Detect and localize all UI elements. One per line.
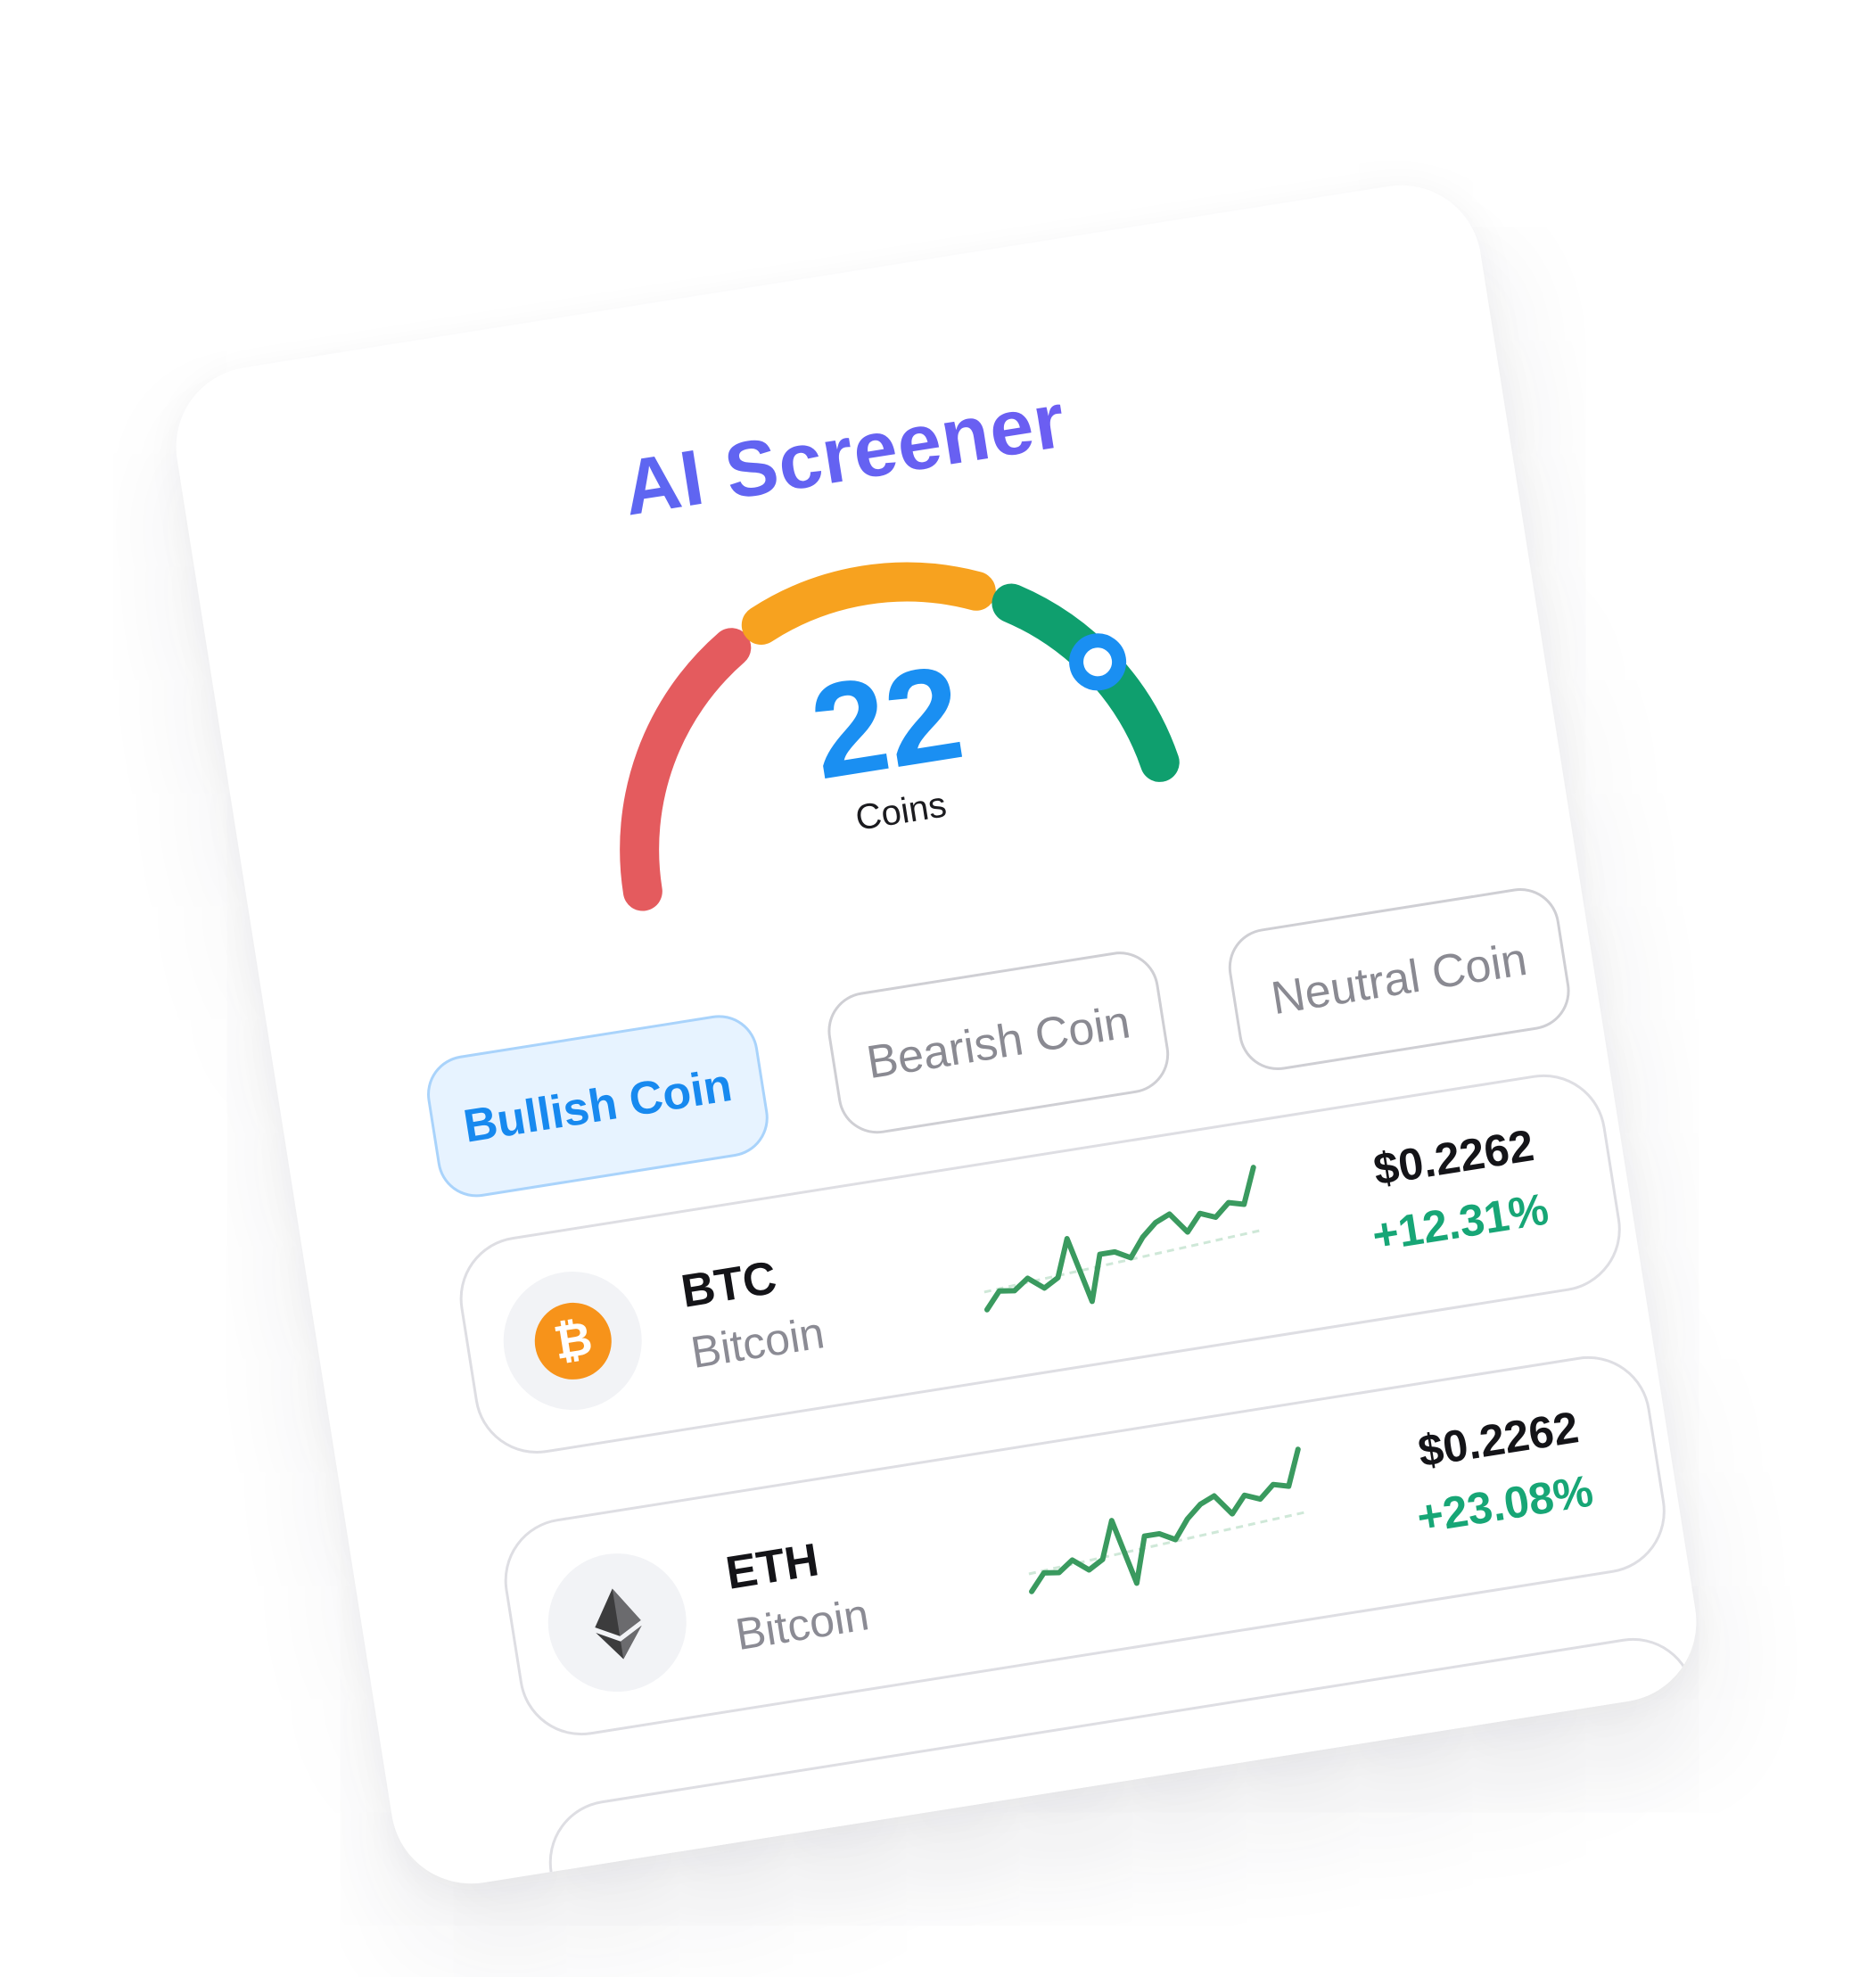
- coin-price: $0.2262: [1370, 1120, 1537, 1195]
- coin-price: $0.2262: [1414, 1402, 1583, 1477]
- tab-bearish-coin[interactable]: Bearish Coin: [822, 945, 1175, 1140]
- tab-neutral-coin[interactable]: Neutral Coin: [1222, 882, 1576, 1076]
- tab-bullish-coin[interactable]: Bullish Coin: [421, 1009, 775, 1203]
- coin-name: Bitcoin: [732, 1589, 873, 1660]
- ethereum-icon: [573, 1578, 661, 1666]
- app-stage: AI Screener 22 Coins Bullish Coin Bearis…: [0, 0, 1876, 1977]
- sparkline-line: [983, 1165, 1256, 1313]
- bitcoin-icon: ₿: [529, 1297, 617, 1385]
- sparkline-chart: [1028, 1446, 1309, 1594]
- svg-text:₿: ₿: [550, 1312, 596, 1371]
- screener-card: AI Screener 22 Coins Bullish Coin Bearis…: [164, 173, 1708, 1896]
- ethereum-glyph: [594, 1588, 642, 1660]
- sparkline-line: [1029, 1446, 1301, 1594]
- coin-avatar: ₿: [493, 1261, 652, 1421]
- coin-name: Bitcoin: [687, 1307, 828, 1378]
- coin-symbol: ETH: [722, 1534, 823, 1600]
- sparkline-chart: [983, 1165, 1264, 1313]
- gauge-segment-neutral: [741, 562, 996, 645]
- coin-symbol: BTC: [678, 1251, 780, 1318]
- coin-change: +12.31%: [1369, 1183, 1552, 1261]
- coin-avatar: [538, 1543, 696, 1702]
- coin-change: +23.08%: [1413, 1465, 1597, 1543]
- bitcoin-glyph: ₿: [550, 1312, 596, 1371]
